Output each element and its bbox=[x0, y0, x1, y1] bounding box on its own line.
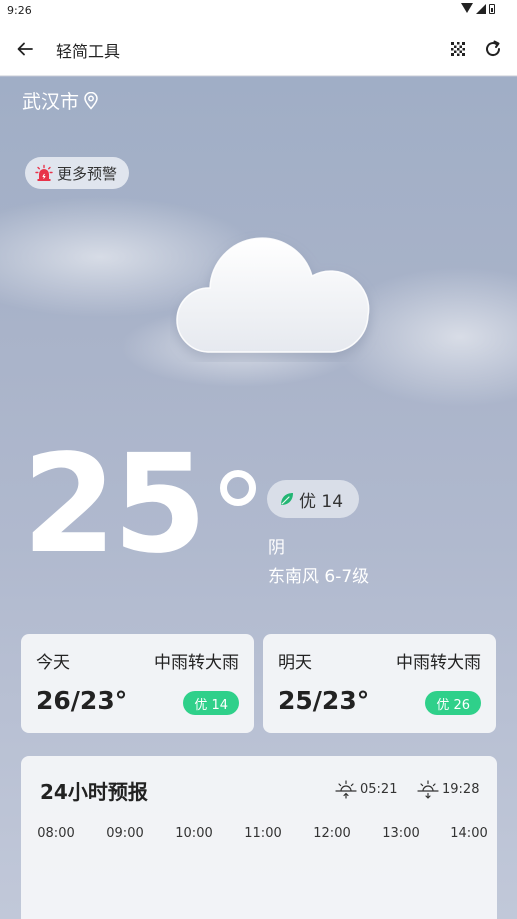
day-temperature: 25/23° bbox=[278, 686, 370, 715]
hour-label: 08:00 bbox=[37, 826, 75, 841]
refresh-icon bbox=[486, 40, 501, 57]
hour-label: 13:00 bbox=[382, 826, 420, 841]
sunset: 19:28 bbox=[417, 779, 479, 799]
current-temperature: 25 bbox=[22, 426, 207, 584]
scan-button[interactable] bbox=[445, 36, 471, 62]
hour-labels: 08:00 09:00 10:00 11:00 12:00 13:00 14:0… bbox=[21, 826, 497, 846]
more-warnings-label: 更多预警 bbox=[57, 164, 118, 183]
day-condition: 中雨转大雨 bbox=[396, 653, 481, 673]
day-condition: 中雨转大雨 bbox=[154, 653, 239, 673]
more-warnings-button[interactable]: 更多预警 bbox=[25, 157, 130, 189]
city-name: 武汉市 bbox=[22, 91, 80, 113]
leaf-icon bbox=[281, 493, 293, 505]
refresh-button[interactable] bbox=[480, 36, 506, 62]
aqi-badge[interactable]: 优 14 bbox=[267, 480, 360, 518]
hour-label: 14:00 bbox=[450, 826, 488, 841]
hourly-forecast-card: 24小时预报 05:21 19:28 08:00 09:00 10:00 11:… bbox=[21, 756, 497, 919]
arrow-left-icon bbox=[17, 42, 33, 56]
hour-label: 10:00 bbox=[175, 826, 213, 841]
day-aqi-badge: 优 14 bbox=[183, 691, 239, 715]
location-pin-icon bbox=[84, 91, 98, 110]
dots-grid-icon bbox=[451, 42, 465, 56]
alarm-siren-icon bbox=[35, 164, 53, 181]
aqi-label: 优 14 bbox=[299, 491, 344, 512]
status-icons bbox=[461, 3, 495, 14]
hour-label: 09:00 bbox=[106, 826, 144, 841]
current-wind: 东南风 6-7级 bbox=[268, 567, 370, 587]
sunset-time: 19:28 bbox=[442, 781, 480, 797]
day-label: 明天 bbox=[278, 653, 312, 673]
status-time: 9:26 bbox=[7, 4, 32, 17]
day-aqi-badge: 优 26 bbox=[425, 691, 481, 715]
cloudy-weather-icon bbox=[170, 222, 380, 362]
day-label: 今天 bbox=[36, 653, 70, 673]
degree-symbol bbox=[220, 470, 256, 506]
hour-label: 12:00 bbox=[313, 826, 351, 841]
status-bar: 9:26 bbox=[0, 0, 517, 22]
sunset-icon bbox=[417, 780, 439, 799]
forecast-title: 24小时预报 bbox=[40, 780, 148, 804]
cell-signal-icon bbox=[476, 4, 486, 14]
sunrise-icon bbox=[335, 780, 357, 799]
day-temperature: 26/23° bbox=[36, 686, 128, 715]
tomorrow-card[interactable]: 明天 中雨转大雨 25/23° 优 26 bbox=[263, 634, 496, 733]
location[interactable]: 武汉市 bbox=[22, 87, 99, 114]
today-card[interactable]: 今天 中雨转大雨 26/23° 优 14 bbox=[21, 634, 254, 733]
app-bar: 轻简工具 bbox=[0, 22, 517, 76]
sunrise-time: 05:21 bbox=[360, 781, 398, 797]
wifi-icon bbox=[461, 3, 473, 13]
sunrise: 05:21 bbox=[335, 779, 397, 799]
battery-icon bbox=[489, 4, 495, 14]
back-button[interactable] bbox=[12, 36, 38, 62]
current-condition: 阴 bbox=[268, 538, 285, 558]
hour-label: 11:00 bbox=[244, 826, 282, 841]
app-title: 轻简工具 bbox=[56, 42, 121, 61]
